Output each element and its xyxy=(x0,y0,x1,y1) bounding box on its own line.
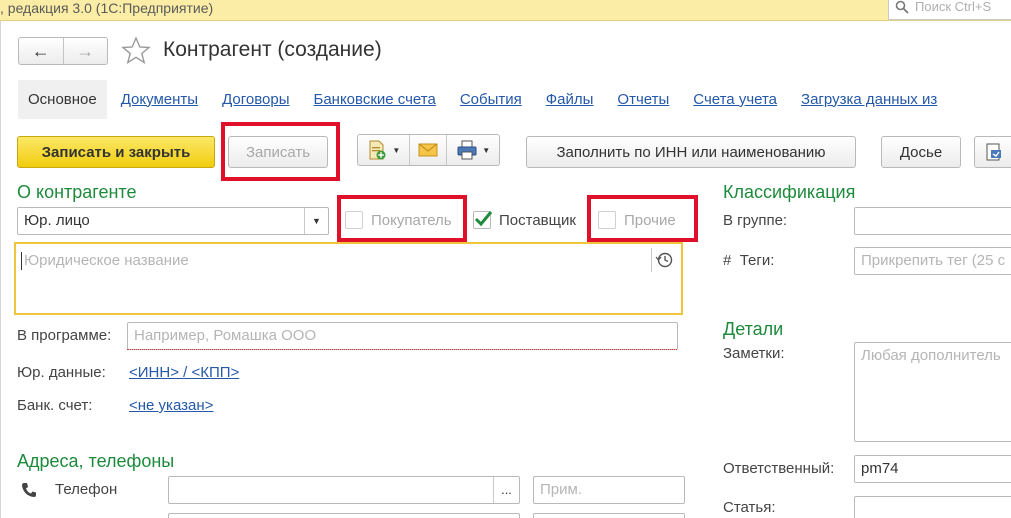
highlight-buyer-checkbox xyxy=(337,195,467,242)
global-search-input[interactable]: Поиск Ctrl+S xyxy=(888,0,1011,20)
arrow-right-icon: → xyxy=(76,40,95,61)
legal-name-input[interactable]: Юридическое название xyxy=(14,242,683,315)
window-title: , редакция 3.0 (1С:Предприятие) xyxy=(0,0,214,16)
supplier-checkbox-box[interactable] xyxy=(473,211,493,229)
details-section-title: Детали xyxy=(723,319,784,339)
navigation-buttons: ← → xyxy=(18,37,108,65)
highlight-save-button xyxy=(221,122,340,181)
create-based-on-button[interactable]: ▼ xyxy=(358,135,410,165)
dossier-button[interactable]: Досье xyxy=(881,136,961,168)
tab-accounts[interactable]: Счета учета xyxy=(693,91,777,108)
in-program-label: В программе: xyxy=(17,327,112,344)
addresses-section-title: Адреса, телефоны xyxy=(17,451,175,471)
second-contact-input[interactable] xyxy=(168,513,520,518)
search-placeholder: Поиск Ctrl+S xyxy=(915,0,992,14)
supplier-checkbox[interactable]: Поставщик xyxy=(473,211,576,229)
phone-label: Телефон xyxy=(55,481,118,498)
highlight-other-checkbox xyxy=(587,195,698,242)
notes-label: Заметки: xyxy=(723,345,785,362)
legal-data-label: Юр. данные: xyxy=(17,364,106,381)
phone-input[interactable]: ... xyxy=(168,476,520,504)
responsible-input[interactable]: pm74 xyxy=(854,455,1011,483)
tags-label-row: # Теги: xyxy=(723,252,774,269)
responsible-value: pm74 xyxy=(861,460,899,477)
group-input[interactable] xyxy=(854,207,1011,235)
fill-by-inn-button[interactable]: Заполнить по ИНН или наименованию xyxy=(526,136,856,168)
print-button[interactable]: ▼ xyxy=(447,135,499,165)
history-clock-icon xyxy=(655,252,672,268)
required-field-underline xyxy=(127,349,677,350)
search-icon xyxy=(895,0,909,14)
tab-events[interactable]: События xyxy=(460,91,522,108)
bank-account-link[interactable]: <не указан> xyxy=(129,397,213,414)
phone-note-placeholder: Прим. xyxy=(540,481,582,498)
hash-icon: # xyxy=(723,252,732,269)
history-button[interactable] xyxy=(651,248,675,272)
back-button[interactable]: ← xyxy=(19,38,64,64)
phone-icon xyxy=(22,483,36,497)
tab-documents[interactable]: Документы xyxy=(121,91,198,108)
arrow-left-icon: ← xyxy=(31,40,50,61)
classification-section-title: Классификация xyxy=(723,182,856,202)
export-document-icon xyxy=(986,143,1001,161)
tab-data-import[interactable]: Загрузка данных из xyxy=(801,91,937,108)
tags-placeholder: Прикрепить тег (25 с xyxy=(861,252,1006,269)
toolbar-icon-group: ▼ ▼ xyxy=(357,134,500,166)
in-program-placeholder: Например, Ромашка ООО xyxy=(134,327,317,344)
bank-account-label: Банк. счет: xyxy=(17,397,93,414)
group-label: В группе: xyxy=(723,212,788,229)
notes-placeholder: Любая дополнитель xyxy=(861,347,1001,364)
tab-contracts[interactable]: Договоры xyxy=(222,91,289,108)
document-create-icon xyxy=(369,140,386,160)
window-titlebar: , редакция 3.0 (1С:Предприятие) Поиск Ct… xyxy=(0,0,1011,21)
entity-type-select[interactable]: Юр. лицо ▼ xyxy=(17,207,329,235)
in-program-input[interactable]: Например, Ромашка ООО xyxy=(127,322,678,350)
article-label: Статья: xyxy=(723,499,776,516)
send-email-button[interactable] xyxy=(410,135,448,165)
tab-bank-accounts[interactable]: Банковские счета xyxy=(313,91,435,108)
article-input[interactable] xyxy=(854,496,1011,518)
phone-ellipsis-button[interactable]: ... xyxy=(493,477,519,503)
favorite-star-icon[interactable] xyxy=(120,36,152,64)
chevron-down-icon: ▼ xyxy=(392,145,401,155)
export-button[interactable] xyxy=(974,136,1011,168)
notes-textarea[interactable]: Любая дополнитель xyxy=(854,342,1011,442)
chevron-down-icon[interactable]: ▼ xyxy=(304,208,328,234)
envelope-icon xyxy=(418,143,438,157)
entity-type-value: Юр. лицо xyxy=(24,212,90,229)
tab-files[interactable]: Файлы xyxy=(546,91,594,108)
legal-data-link[interactable]: <ИНН> / <КПП> xyxy=(129,364,239,381)
forward-button[interactable]: → xyxy=(64,38,108,64)
responsible-label: Ответственный: xyxy=(723,460,835,477)
text-cursor xyxy=(21,252,22,270)
chevron-down-icon: ▼ xyxy=(482,145,491,155)
printer-icon xyxy=(457,140,477,160)
about-section-title: О контрагенте xyxy=(17,182,137,202)
form-title: Контрагент (создание) xyxy=(163,38,382,61)
phone-note-input[interactable]: Прим. xyxy=(533,476,685,504)
second-note-input[interactable] xyxy=(533,513,685,518)
supplier-label: Поставщик xyxy=(499,211,576,229)
tags-input[interactable]: Прикрепить тег (25 с xyxy=(854,247,1011,275)
form-tabs: Основное Документы Договоры Банковские с… xyxy=(18,78,961,120)
tab-main[interactable]: Основное xyxy=(18,79,107,119)
tags-label: Теги: xyxy=(739,252,775,269)
save-and-close-button[interactable]: Записать и закрыть xyxy=(17,136,215,168)
legal-name-placeholder: Юридическое название xyxy=(24,252,189,269)
checkmark-icon xyxy=(474,211,493,227)
tab-reports[interactable]: Отчеты xyxy=(617,91,669,108)
